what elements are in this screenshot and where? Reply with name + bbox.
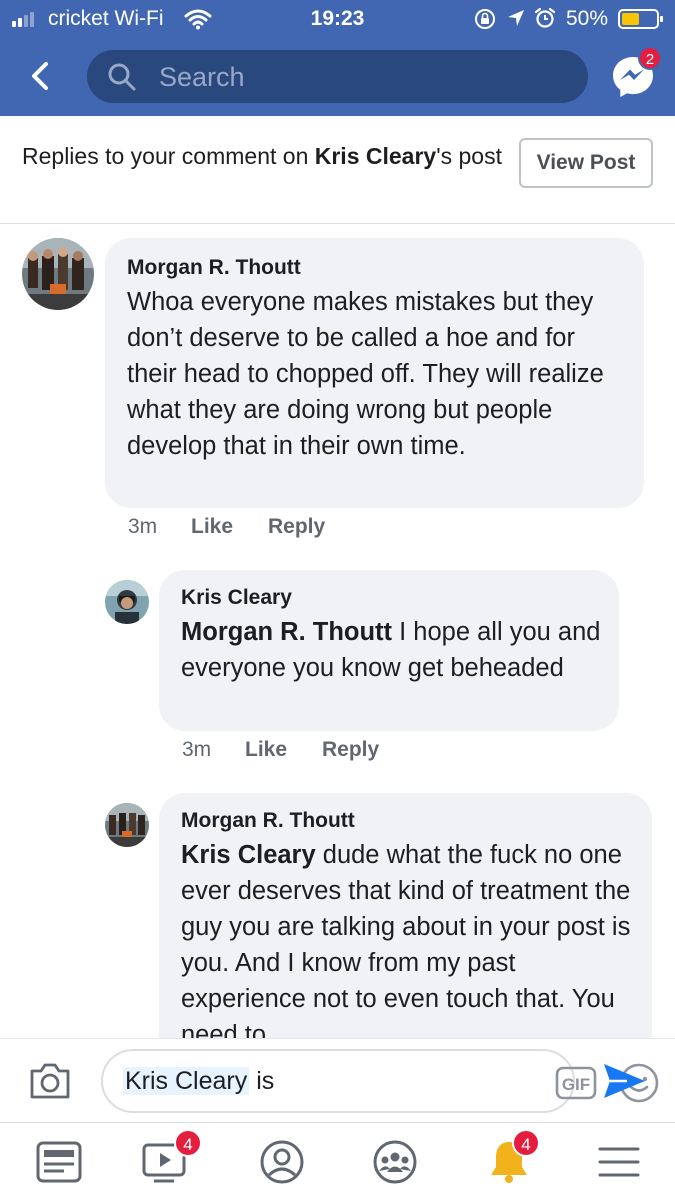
gif-icon[interactable]: GIF — [555, 1066, 597, 1100]
comment-body: dude what the fuck no one ever deserves … — [181, 841, 631, 1049]
avatar[interactable] — [105, 580, 149, 624]
notifications-badge: 4 — [512, 1129, 540, 1157]
gif-label: GIF — [562, 1075, 590, 1094]
comment-bubble[interactable]: Morgan R. Thoutt Whoa everyone makes mis… — [105, 238, 644, 508]
mention-tag[interactable]: Kris Cleary — [123, 1067, 250, 1095]
comment-input-text: is — [249, 1067, 275, 1095]
avatar[interactable] — [105, 803, 149, 847]
bottom-tab-bar: 4 4 — [0, 1122, 675, 1200]
comment-mention[interactable]: Kris Cleary — [181, 841, 316, 869]
watch-badge: 4 — [174, 1129, 202, 1157]
comment-time: 3m — [128, 515, 158, 538]
comment-time: 3m — [182, 738, 212, 761]
location-icon — [508, 10, 524, 26]
comment-composer: Kris Cleary is GIF — [0, 1038, 675, 1122]
menu-icon[interactable] — [594, 1137, 644, 1187]
search-placeholder: Search — [159, 62, 245, 92]
news-feed-icon[interactable] — [34, 1137, 84, 1187]
comment-text: Kris Cleary dude what the fuck no one ev… — [181, 837, 641, 1053]
like-button[interactable]: Like — [191, 515, 233, 539]
rotation-lock-icon — [475, 9, 495, 29]
comment-text: Whoa everyone makes mistakes but they do… — [127, 284, 627, 464]
reply-button[interactable]: Reply — [322, 738, 379, 762]
battery-percent: 50% — [566, 7, 609, 30]
comment-bubble[interactable]: Kris Cleary Morgan R. Thoutt I hope all … — [159, 570, 619, 731]
notice-prefix: Replies to your comment on — [22, 143, 315, 169]
avatar[interactable] — [22, 238, 94, 310]
search-icon — [108, 63, 136, 91]
comment-actions: 3m Like Reply — [128, 515, 428, 543]
comment-text: Morgan R. Thoutt I hope all you and ever… — [181, 614, 606, 686]
back-icon[interactable] — [22, 56, 62, 96]
battery-icon — [618, 9, 663, 29]
status-bar: cricket Wi-Fi 19:23 50% — [0, 0, 675, 38]
notification-text: Replies to your comment on Kris Cleary's… — [22, 140, 512, 173]
profile-icon[interactable] — [257, 1137, 307, 1187]
send-icon[interactable] — [601, 1061, 647, 1101]
comment-author[interactable]: Kris Cleary — [181, 586, 292, 610]
comment-author[interactable]: Morgan R. Thoutt — [127, 256, 301, 280]
comment-body: Whoa everyone makes mistakes but they do… — [127, 288, 604, 460]
alarm-icon — [534, 7, 556, 28]
comment-input-value: Kris Cleary is — [123, 1067, 274, 1096]
view-post-button[interactable]: View Post — [519, 138, 653, 188]
groups-icon[interactable] — [370, 1137, 420, 1187]
comment-author[interactable]: Morgan R. Thoutt — [181, 809, 355, 833]
comment-actions: 3m Like Reply — [182, 738, 482, 766]
top-bar: cricket Wi-Fi 19:23 50% Search 2 — [0, 0, 675, 116]
notice-author[interactable]: Kris Cleary — [315, 143, 436, 169]
camera-icon[interactable] — [28, 1061, 72, 1101]
comment-mention[interactable]: Morgan R. Thoutt — [181, 618, 392, 646]
reply-button[interactable]: Reply — [268, 515, 325, 539]
comment-input[interactable]: Kris Cleary is GIF — [101, 1049, 659, 1113]
search-bar[interactable]: Search — [87, 50, 588, 103]
notification-header: Replies to your comment on Kris Cleary's… — [0, 116, 675, 224]
like-button[interactable]: Like — [245, 738, 287, 762]
messenger-badge: 2 — [638, 46, 662, 70]
notice-suffix: 's post — [436, 143, 502, 169]
